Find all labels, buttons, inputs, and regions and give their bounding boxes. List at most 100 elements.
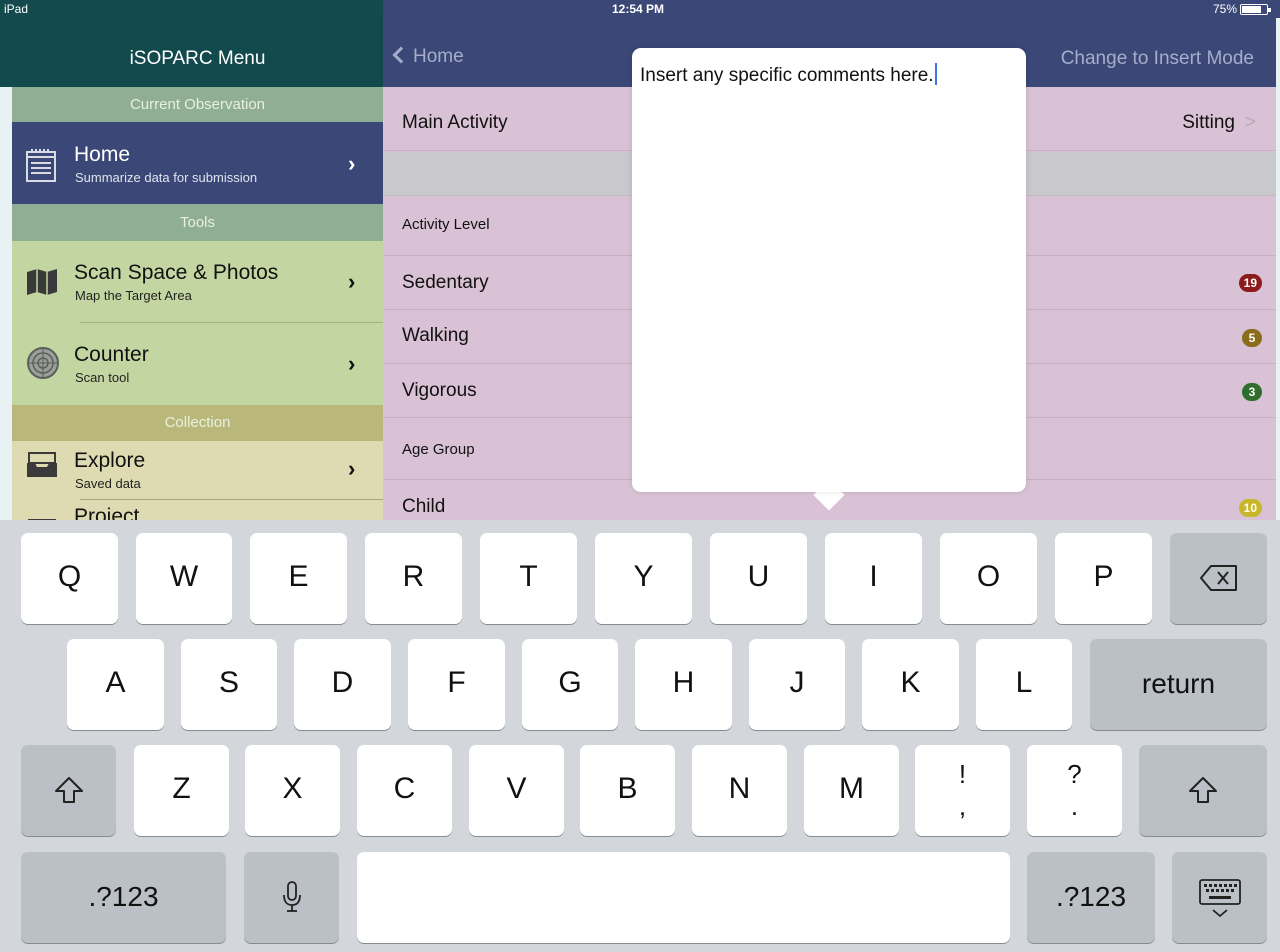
delete-key[interactable] xyxy=(1170,533,1267,624)
menu-header: iSOPARC Menu xyxy=(0,18,383,87)
key-w[interactable]: W xyxy=(136,533,232,624)
key-label: T xyxy=(519,560,538,593)
key-u[interactable]: U xyxy=(710,533,807,624)
comment-popover[interactable]: Insert any specific comments here. xyxy=(632,48,1026,492)
shift-key-right[interactable] xyxy=(1139,745,1267,836)
key-label-top: ! xyxy=(958,759,967,789)
back-label: Home xyxy=(413,46,464,67)
key-j[interactable]: J xyxy=(749,639,845,730)
menu-item-sublabel: Saved data xyxy=(75,476,141,491)
key-m[interactable]: M xyxy=(804,745,899,836)
key-label: return xyxy=(1141,668,1216,699)
side-menu: iSOPARC Menu Current Observation Home Su… xyxy=(0,18,383,520)
key-q[interactable]: Q xyxy=(21,533,118,624)
numbers-key-right[interactable]: .?123 xyxy=(1027,852,1155,943)
chevron-left-icon xyxy=(392,46,410,64)
shift-key-left[interactable] xyxy=(21,745,116,836)
comment-text: Insert any specific comments here. xyxy=(640,65,934,86)
key-question-period[interactable]: ? . xyxy=(1027,745,1122,836)
key-label: W xyxy=(169,560,199,593)
change-mode-button[interactable]: Change to Insert Mode xyxy=(1061,48,1254,70)
key-c[interactable]: C xyxy=(357,745,452,836)
space-bar[interactable] xyxy=(357,852,1010,943)
dictation-key[interactable] xyxy=(244,852,339,943)
row-value: Sitting xyxy=(1182,112,1235,133)
key-label: D xyxy=(331,666,354,699)
key-k[interactable]: K xyxy=(862,639,959,730)
key-label: E xyxy=(288,560,309,593)
key-e[interactable]: E xyxy=(250,533,347,624)
menu-item-label: Counter xyxy=(74,343,149,366)
key-s[interactable]: S xyxy=(181,639,277,730)
key-label: I xyxy=(869,560,878,593)
carrier-label: iPad xyxy=(4,2,29,16)
key-label-top: ? xyxy=(1067,759,1082,789)
menu-item-label: Scan Space & Photos xyxy=(74,261,279,284)
key-label: Q xyxy=(57,560,82,593)
key-label: V xyxy=(506,772,527,805)
menu-item-home[interactable]: Home Summarize data for submission › xyxy=(12,122,383,204)
row-label: Main Activity xyxy=(402,112,508,133)
key-exclamation-comma[interactable]: ! , xyxy=(915,745,1010,836)
key-h[interactable]: H xyxy=(635,639,732,730)
section-label-current: Current Observation xyxy=(129,96,266,113)
key-label: K xyxy=(900,666,921,699)
chevron-right-icon: › xyxy=(348,151,356,176)
key-t[interactable]: T xyxy=(480,533,577,624)
key-p[interactable]: P xyxy=(1055,533,1152,624)
comment-text-area[interactable]: Insert any specific comments here. xyxy=(640,63,937,87)
row-label: Sedentary xyxy=(402,272,489,293)
menu-item-label: Home xyxy=(74,143,131,166)
chevron-right-icon: › xyxy=(348,351,356,376)
ipad-screen: iPad 12:54 PM 75% iSOPARC Menu Current O… xyxy=(0,0,1280,952)
key-b[interactable]: B xyxy=(580,745,675,836)
key-y[interactable]: Y xyxy=(595,533,692,624)
status-bar-right xyxy=(383,0,1280,18)
radar-icon xyxy=(26,346,60,385)
key-l[interactable]: L xyxy=(976,639,1072,730)
key-label: P xyxy=(1093,560,1114,593)
key-label: N xyxy=(728,772,751,805)
battery-percent: 75% xyxy=(1213,2,1238,16)
menu-edge xyxy=(0,18,12,520)
menu-item-explore[interactable]: Explore Saved data › Project xyxy=(12,441,383,520)
key-r[interactable]: R xyxy=(365,533,462,624)
list-icon xyxy=(26,148,56,187)
key-i[interactable]: I xyxy=(825,533,922,624)
return-key[interactable]: return xyxy=(1090,639,1267,730)
numbers-key-left[interactable]: .?123 xyxy=(21,852,226,943)
section-header-age-group: Age Group xyxy=(402,441,475,458)
key-z[interactable]: Z xyxy=(134,745,229,836)
microphone-icon xyxy=(244,880,339,922)
key-label-bottom: , xyxy=(958,791,967,821)
key-label: J xyxy=(789,666,805,699)
key-label: A xyxy=(105,666,126,699)
menu-item-sublabel: Map the Target Area xyxy=(75,288,192,303)
key-label: H xyxy=(672,666,695,699)
text-cursor xyxy=(934,63,937,85)
key-a[interactable]: A xyxy=(67,639,164,730)
menu-item-label-project[interactable]: Project xyxy=(74,505,139,520)
key-x[interactable]: X xyxy=(245,745,340,836)
hide-keyboard-key[interactable] xyxy=(1172,852,1267,943)
key-d[interactable]: D xyxy=(294,639,391,730)
key-g[interactable]: G xyxy=(522,639,618,730)
key-f[interactable]: F xyxy=(408,639,505,730)
key-label: X xyxy=(282,772,303,805)
key-v[interactable]: V xyxy=(469,745,564,836)
status-bar-left xyxy=(0,0,383,18)
row-label: Child xyxy=(402,496,446,517)
menu-item-counter[interactable]: Counter Scan tool › xyxy=(12,323,383,405)
section-label-collection: Collection xyxy=(164,414,231,431)
key-label: B xyxy=(617,772,638,805)
chevron-right-icon: › xyxy=(348,456,356,481)
battery-icon xyxy=(1240,4,1271,15)
key-label: R xyxy=(402,560,425,593)
key-n[interactable]: N xyxy=(692,745,787,836)
back-button[interactable]: Home xyxy=(392,46,464,68)
key-o[interactable]: O xyxy=(940,533,1037,624)
key-label-bottom: . xyxy=(1070,791,1079,821)
menu-item-label: Explore xyxy=(74,449,146,472)
menu-item-scan-space[interactable]: Scan Space & Photos Map the Target Area … xyxy=(12,241,383,323)
key-label: O xyxy=(976,560,1001,593)
